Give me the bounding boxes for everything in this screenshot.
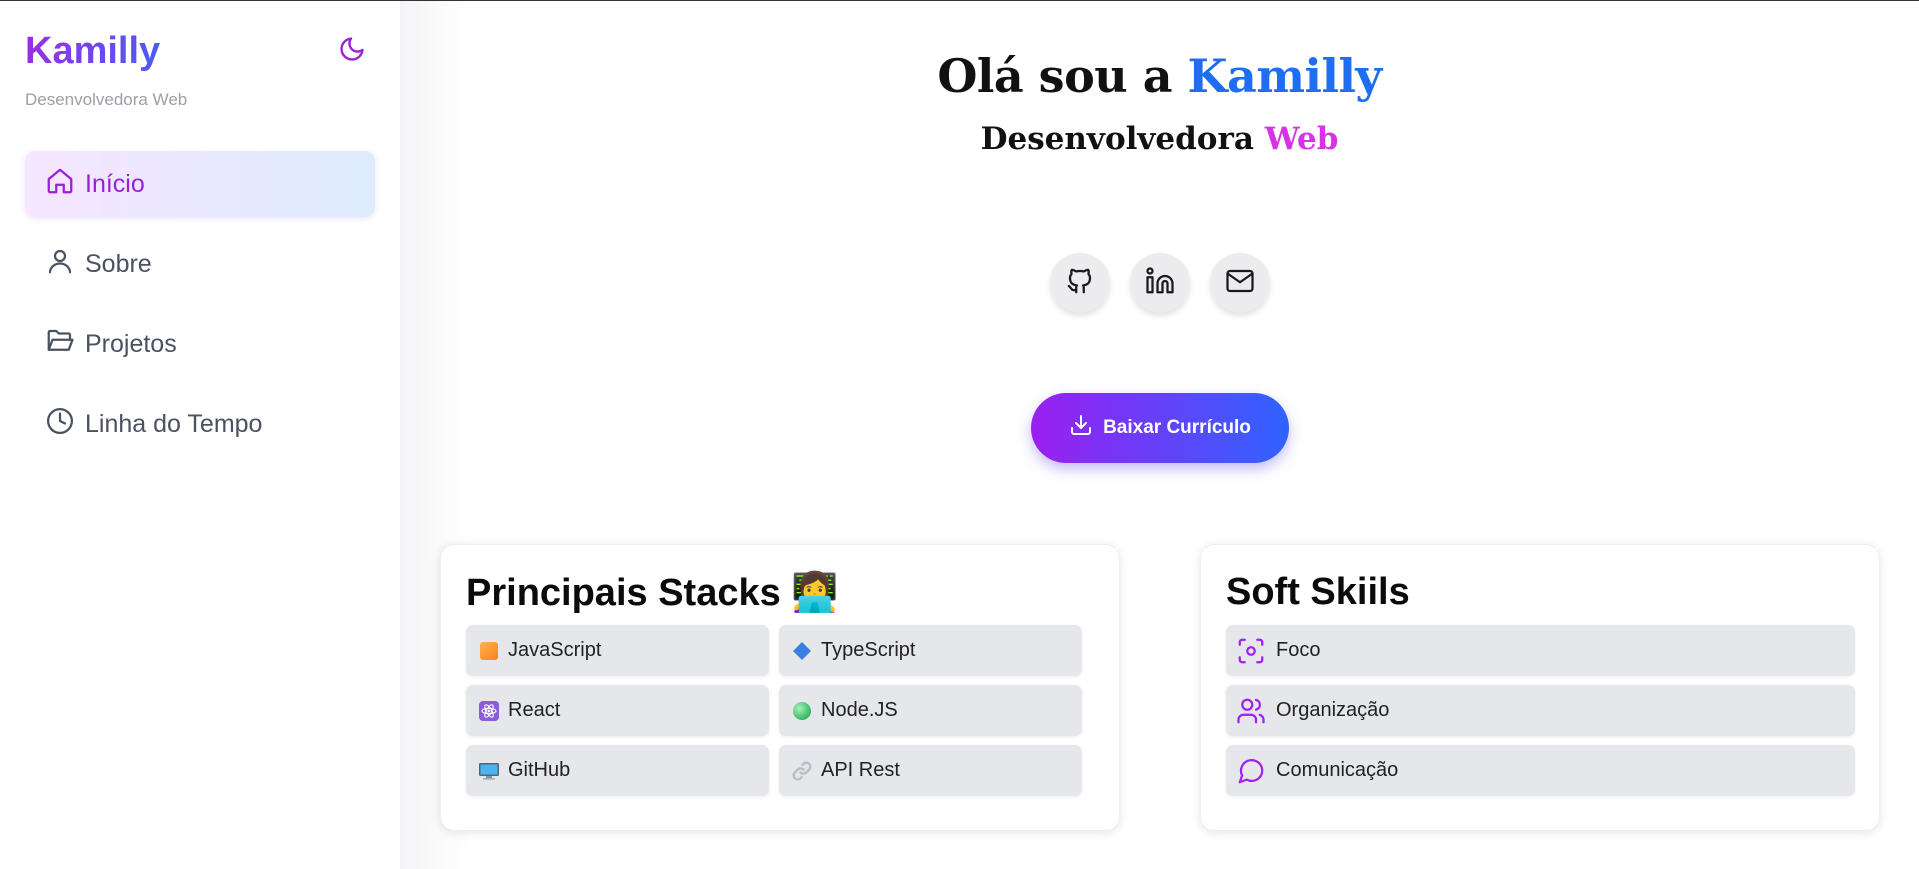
mail-icon [1225,266,1255,301]
stack-chip-github: GitHub [466,745,769,796]
sidebar-nav: Início Sobre Projetos Linha do Tempo [25,151,375,471]
message-circle-icon [1236,756,1266,786]
linkedin-icon [1145,266,1175,301]
download-cv-button[interactable]: Baixar Currículo [1031,393,1289,463]
focus-icon [1236,636,1266,666]
stack-label: Node.JS [821,699,898,721]
soft-skill-chip-comunicacao: Comunicação [1226,745,1855,796]
sidebar-item-linha-do-tempo[interactable]: Linha do Tempo [25,391,375,457]
stack-chip-api-rest: API Rest [779,745,1082,796]
sidebar-item-label: Sobre [85,249,152,278]
soft-skill-chip-organizacao: Organização [1226,685,1855,736]
sidebar-item-label: Linha do Tempo [85,409,263,438]
home-icon [45,166,85,203]
blue-diamond-icon [791,640,813,662]
soft-skills-card: Soft Skiils Foco Organização Comunicação [1200,544,1880,831]
sidebar-item-projetos[interactable]: Projetos [25,311,375,377]
stack-chip-react: React [466,685,769,736]
hero-subtitle-highlight: Web [1264,121,1339,157]
clock-icon [45,406,85,443]
hero-subtitle: Desenvolvedora Web [400,121,1919,157]
sidebar: Kamilly Desenvolvedora Web Início Sobre … [0,1,400,869]
sidebar-item-inicio[interactable]: Início [25,151,375,217]
stacks-title: Principais Stacks 👩‍💻 [466,572,839,614]
hero-title: Olá sou a Kamilly [400,49,1919,103]
main-content: Olá sou a Kamilly Desenvolvedora Web Bai… [400,1,1919,869]
user-icon [45,246,85,283]
hero-subtitle-prefix: Desenvolvedora [980,121,1265,157]
users-icon [1236,696,1266,726]
hero-title-prefix: Olá sou a [937,49,1188,103]
green-circle-icon [791,700,813,722]
email-button[interactable] [1210,253,1270,313]
moon-icon[interactable] [338,35,366,63]
computer-icon [478,760,500,782]
stacks-card: Principais Stacks 👩‍💻 JavaScript TypeScr… [440,544,1120,831]
atom-icon [478,700,500,722]
github-icon [1065,266,1095,301]
stack-label: JavaScript [508,639,602,661]
folder-open-icon [45,326,85,363]
soft-skill-label: Comunicação [1276,759,1399,781]
soft-skills-list: Foco Organização Comunicação [1226,625,1855,796]
stack-chip-javascript: JavaScript [466,625,769,676]
stacks-grid: JavaScript TypeScript React Node.JS GitH… [466,625,1082,796]
hero-title-name: Kamilly [1187,49,1383,103]
stack-label: React [508,699,561,721]
soft-skills-title: Soft Skiils [1226,571,1410,613]
stack-chip-typescript: TypeScript [779,625,1082,676]
stack-chip-nodejs: Node.JS [779,685,1082,736]
stack-label: GitHub [508,759,571,781]
stack-label: API Rest [821,759,900,781]
link-icon [791,760,813,782]
download-icon [1069,413,1103,443]
orange-square-icon [478,640,500,662]
download-cv-label: Baixar Currículo [1103,417,1251,438]
social-links [1050,253,1270,313]
soft-skill-chip-foco: Foco [1226,625,1855,676]
soft-skill-label: Foco [1276,639,1321,661]
sidebar-item-label: Início [85,169,145,198]
brand-tagline: Desenvolvedora Web [25,90,188,109]
github-button[interactable] [1050,253,1110,313]
sidebar-item-label: Projetos [85,329,177,358]
stack-label: TypeScript [821,639,916,661]
brand-logo[interactable]: Kamilly [25,29,160,73]
soft-skill-label: Organização [1276,699,1390,721]
sidebar-item-sobre[interactable]: Sobre [25,231,375,297]
linkedin-button[interactable] [1130,253,1190,313]
